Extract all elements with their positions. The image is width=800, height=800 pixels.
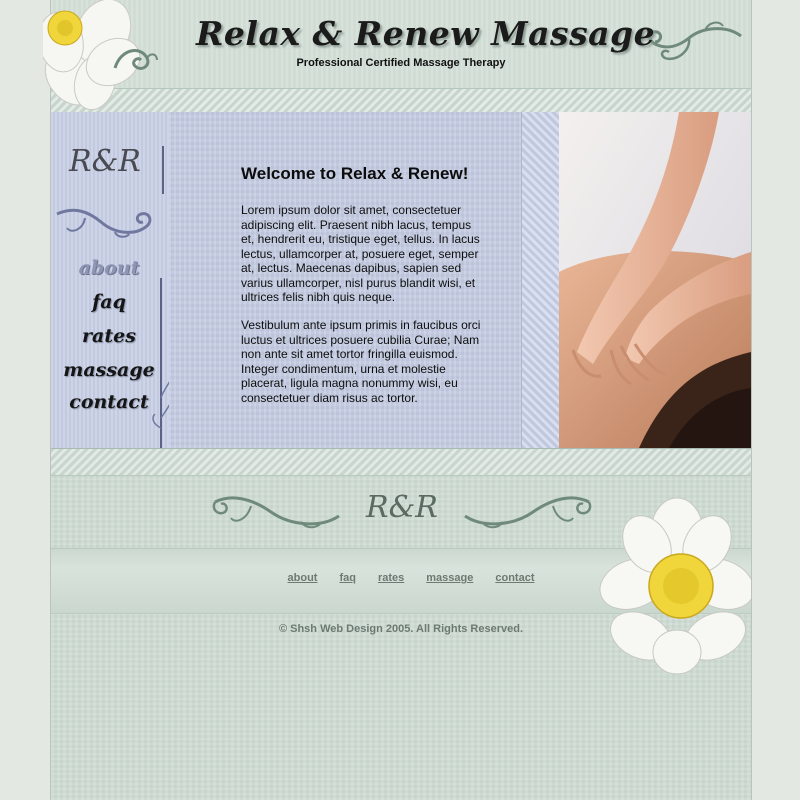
nav-item-contact[interactable]: contact (59, 391, 159, 413)
nav-item-about[interactable]: about (59, 257, 159, 279)
nav-item-faq[interactable]: faq (59, 291, 159, 313)
scroll-ornament-icon (113, 49, 158, 70)
footer-link-contact[interactable]: contact (495, 572, 534, 584)
massage-photo (559, 112, 751, 448)
footer-nav: about faq rates massage contact (261, 572, 561, 584)
site-tagline: Professional Certified Massage Therapy (296, 57, 506, 69)
intro-paragraph: Lorem ipsum dolor sit amet, consectetuer… (241, 203, 480, 304)
page: Relax & Renew Massage Professional Certi… (43, 0, 752, 800)
scroll-ornament-icon (212, 496, 340, 529)
nav-item-rates[interactable]: rates (59, 325, 159, 347)
second-paragraph: Vestibulum ante ipsum primis in faucibus… (241, 318, 481, 405)
footer-link-rates[interactable]: rates (378, 572, 404, 584)
divider-line (162, 146, 164, 194)
footer-towel-hem (51, 448, 751, 476)
scroll-ornament-icon (464, 496, 592, 529)
towel-edge (521, 112, 560, 448)
scroll-ornament-icon (648, 21, 742, 61)
welcome-heading: Welcome to Relax & Renew! (241, 164, 469, 183)
footer-monogram: R&R (366, 490, 438, 525)
header-towel-hem (51, 88, 751, 114)
footer-link-about[interactable]: about (288, 572, 318, 584)
copyright-text: © Shsh Web Design 2005. All Rights Reser… (278, 623, 524, 635)
sidebar-monogram: R&R (69, 144, 141, 179)
footer-link-massage[interactable]: massage (426, 572, 473, 584)
scroll-ornament-icon (56, 208, 152, 238)
site-title: Relax & Renew Massage (196, 14, 656, 53)
water-lily-icon (599, 497, 751, 675)
sidebar: R&R about faq rates massage contact (51, 112, 182, 448)
footer-link-faq[interactable]: faq (339, 572, 356, 584)
nav-item-massage[interactable]: massage (59, 359, 159, 381)
